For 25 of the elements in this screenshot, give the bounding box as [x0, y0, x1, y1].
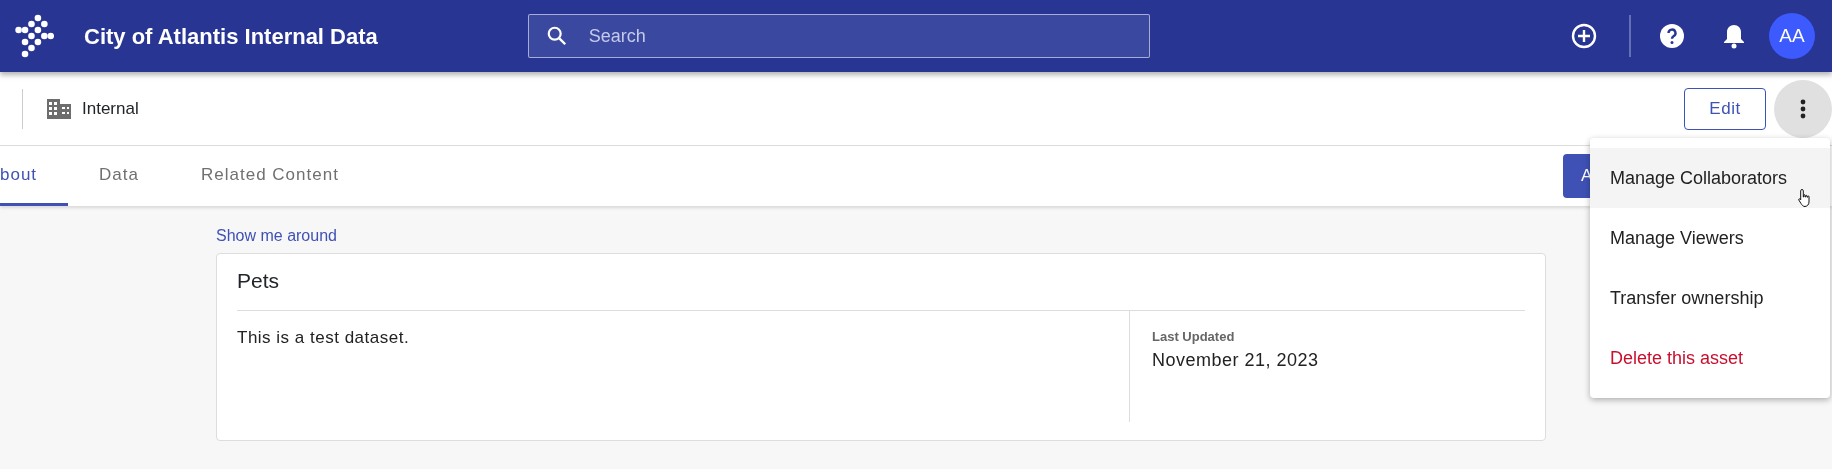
tab[interactable]: Related Content	[170, 146, 370, 206]
notification-bell-icon[interactable]	[1723, 23, 1745, 49]
search-field[interactable]: Search	[527, 14, 1150, 58]
menu-item[interactable]: Delete this asset	[1590, 328, 1830, 388]
tab[interactable]: Data	[68, 146, 170, 206]
app-title: City of Atlantis Internal Data	[84, 22, 378, 51]
search-icon	[545, 25, 568, 47]
logo-icon	[12, 14, 54, 58]
meta-value: November 21, 2023	[1152, 348, 1319, 372]
add-icon[interactable]	[1571, 23, 1597, 49]
building-icon	[46, 97, 72, 120]
hand-cursor-icon	[1797, 188, 1813, 208]
help-icon[interactable]	[1659, 23, 1685, 49]
edit-button[interactable]: Edit	[1684, 87, 1766, 130]
menu-item[interactable]: Transfer ownership	[1590, 268, 1830, 328]
tour-link[interactable]: Show me around	[216, 224, 337, 248]
tab[interactable]: bout	[0, 146, 69, 206]
more-vertical-icon	[1800, 99, 1806, 120]
meta-label: Last Updated	[1152, 328, 1235, 346]
description-text: This is a test dataset.	[237, 328, 410, 347]
user-avatar[interactable]: AA	[1769, 13, 1815, 59]
location-label: Internal	[82, 97, 139, 120]
menu-item[interactable]: Manage Viewers	[1590, 208, 1830, 268]
card-title: Pets	[237, 268, 281, 294]
menu-item[interactable]: Manage Collaborators	[1590, 148, 1830, 208]
